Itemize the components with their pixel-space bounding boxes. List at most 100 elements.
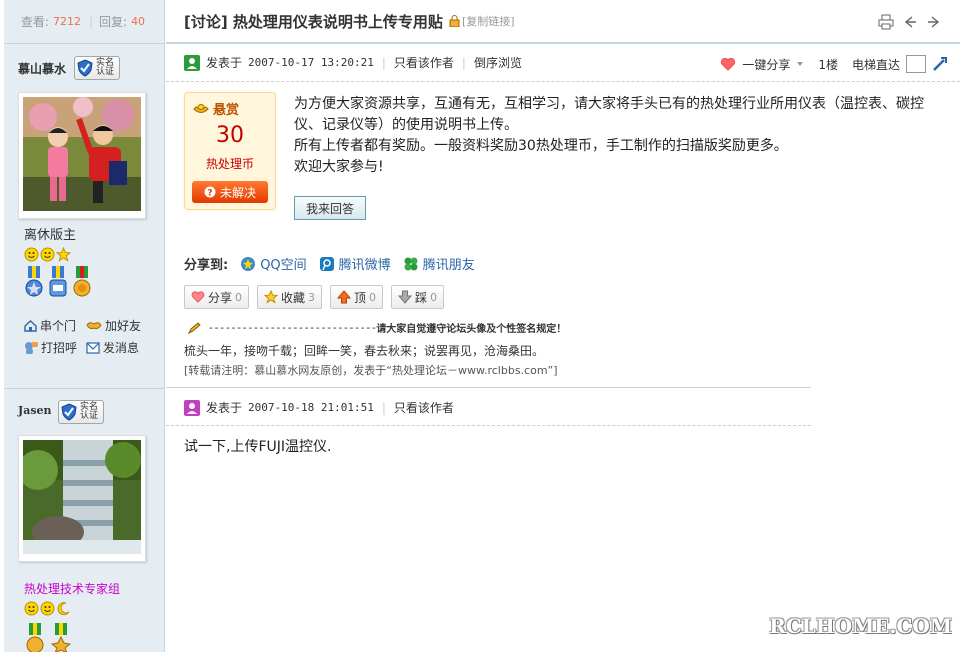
medal-icon[interactable] [50,623,72,652]
meta-divider: | [381,400,386,415]
clover-icon [404,257,418,270]
medals [24,623,72,652]
post-divider [166,387,811,388]
lock-icon [449,15,460,27]
posted-at-label: 发表于 [206,56,243,70]
thread-title: [讨论] 热处理用仪表说明书上传专用贴 [184,12,443,31]
star-rank-icon [56,247,71,262]
verified-text: 实名 认证 [79,403,99,421]
reward-status-text: 未解决 [219,185,256,200]
replies-count: 40 [131,15,146,28]
previous-thread-icon[interactable] [902,14,918,30]
reward-title-text: 悬赏 [213,103,240,118]
stats-divider: | [88,14,94,29]
verified-badge[interactable]: 实名 认证 [74,56,120,80]
downvote-button[interactable]: 踩 0 [391,285,445,309]
send-message-label: 发消息 [103,341,140,355]
answer-button[interactable]: 我来回答 [294,196,366,220]
envelope-icon [86,341,100,354]
signature-repost-note: [转载请注明：慕山慕水网友原创，发表于“热处理论坛－www.rclbbs.com… [184,364,558,377]
thread-stats: 查看: 7212 | 回复: 40 [4,0,164,44]
add-friend-label: 加好友 [105,319,142,333]
share-button[interactable]: 分享 0 [184,285,250,309]
medal-icon[interactable] [24,266,44,300]
thread-header: [讨论] 热处理用仪表说明书上传专用贴 [复制链接] [166,0,960,44]
add-friend-link[interactable]: 加好友 [86,317,156,334]
medals [24,266,92,300]
visit-home-link[interactable]: 串个门 [24,317,86,334]
user-online-icon [184,54,200,71]
heart-icon [191,291,205,303]
print-icon[interactable] [878,14,894,30]
share-qzone-label: QQ空间 [260,258,307,273]
meta-divider: | [381,55,386,70]
upvote-count: 0 [369,290,377,304]
post-meta-2: 发表于 2007-10-18 21:01:51 | 只看该作者 [166,390,811,426]
arrow-up-icon [337,290,352,304]
share-qzone-link[interactable]: QQ空间 [240,254,307,273]
reward-status-button[interactable]: ? 未解决 [192,181,268,203]
share-pengyou-link[interactable]: 腾讯朋友 [403,254,475,273]
upvote-button-label: 顶 [354,290,367,305]
meta-divider: | [461,55,466,70]
avatar[interactable] [18,92,146,219]
jump-icon[interactable] [932,56,948,72]
signature-rule-link[interactable]: 请大家自觉遵守论坛头像及个性签名规定！ [376,320,566,335]
share-weibo-link[interactable]: 腾讯微博 [319,254,391,273]
share-button-label: 分享 [208,290,233,305]
verified-text-line-2: 认证 [95,67,114,77]
author-name[interactable]: 慕山慕水 [18,60,66,77]
greet-icon [25,341,38,354]
sun-rank-icon [24,601,39,616]
share-pengyou-label: 腾讯朋友 [422,258,475,273]
greet-label: 打招呼 [41,341,78,355]
views-count: 7212 [52,15,81,28]
site-watermark: RCLHOME.COM [769,614,952,638]
post-paragraph: 欢迎大家参与! [294,159,384,175]
svg-text:?: ? [207,189,212,199]
only-author-link[interactable]: 只看该作者 [394,54,454,71]
favorite-button[interactable]: 收藏 3 [257,285,323,309]
tencent-weibo-icon [319,256,334,271]
send-message-link[interactable]: 发消息 [86,339,156,356]
verified-badge[interactable]: 实名 认证 [58,400,104,424]
heart-icon [721,57,736,71]
greet-link[interactable]: 打招呼 [24,339,86,356]
post-meta-1: 发表于 2007-10-17 13:20:21 | 只看该作者 | 倒序浏览 一… [166,44,960,82]
share-to-label: 分享到: [184,258,229,273]
only-author-link[interactable]: 只看该作者 [394,399,454,416]
thread-tools [878,14,942,30]
author-profile-2: Jasen 实名 认证 热处理技术专家组 [4,388,164,652]
next-thread-icon[interactable] [926,14,942,30]
avatar-photo [18,440,141,554]
thread-main: [讨论] 热处理用仪表说明书上传专用贴 [复制链接] 发表于 2007-10-1… [166,0,960,652]
reward-amount: 30 [216,123,244,148]
medal-icon[interactable] [48,266,68,300]
signature-rule: ------------------------------ 请大家自觉遵守论坛… [188,320,618,335]
share-row: 分享到: QQ空间 腾讯微博 腾讯朋友 [184,254,475,273]
post-date: 2007-10-18 21:01:51 [248,401,374,414]
moon-rank-icon [57,602,70,616]
reward-box: 悬赏 30 热处理币 ? 未解决 [184,92,276,210]
sun-rank-icon [40,247,55,262]
medal-icon[interactable] [24,623,46,652]
upvote-button[interactable]: 顶 0 [330,285,384,309]
medal-icon[interactable] [72,266,92,300]
author-name[interactable]: Jasen [18,404,52,417]
copy-link-button[interactable]: [复制链接] [462,13,515,29]
signature-divider: ------------------------------ [202,321,378,334]
user-offline-icon [184,399,200,416]
downvote-button-label: 踩 [415,290,428,305]
downvote-count: 0 [430,290,438,304]
author-sidebar: 查看: 7212 | 回复: 40 慕山慕水 实名 认证 离休版主 串个门 加好… [4,0,165,652]
share-all-button[interactable]: 一键分享 [742,56,790,73]
avatar[interactable] [18,435,146,562]
rank-level [24,247,71,262]
favorite-button-label: 收藏 [281,290,306,305]
post-actions: 分享 0 收藏 3 顶 0 踩 0 [184,285,445,309]
home-icon [24,320,37,332]
reverse-order-link[interactable]: 倒序浏览 [474,54,522,71]
floor-jump-input[interactable] [906,55,926,73]
shield-icon [77,59,93,77]
share-weibo-label: 腾讯微博 [338,258,391,273]
